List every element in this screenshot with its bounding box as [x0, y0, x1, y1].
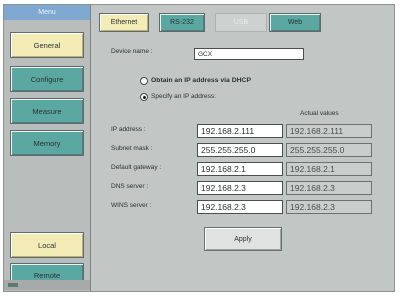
- device-name-label: Device name :: [111, 48, 153, 55]
- default-gateway-field[interactable]: 192.168.2.1: [197, 162, 283, 176]
- dhcp-radio[interactable]: [140, 77, 148, 85]
- ip-address-field[interactable]: 192.168.2.111: [197, 124, 283, 138]
- static-ip-radio[interactable]: [140, 93, 148, 101]
- sidebar-item-measure[interactable]: Measure: [10, 98, 84, 124]
- default-gateway-label: Default gateway :: [111, 164, 162, 171]
- dhcp-option-label[interactable]: Obtain an IP address via DHCP: [151, 77, 251, 84]
- wins-server-label: WINS server :: [111, 202, 152, 209]
- apply-button[interactable]: Apply: [204, 227, 282, 251]
- subnet-mask-actual: 255.255.255.0: [286, 143, 372, 157]
- dns-server-actual: 192.168.2.3: [286, 181, 372, 195]
- actual-values-header: Actual values: [300, 110, 339, 117]
- device-config-window: Menu General Configure Measure Memory Lo…: [3, 4, 395, 292]
- sidebar-item-memory[interactable]: Memory: [10, 130, 84, 156]
- default-gateway-actual: 192.168.2.1: [286, 162, 372, 176]
- subnet-mask-field[interactable]: 255.255.255.0: [197, 143, 283, 157]
- tab-web[interactable]: Web: [269, 13, 321, 32]
- tab-usb: USB: [215, 13, 267, 32]
- local-button[interactable]: Local: [10, 232, 84, 258]
- static-ip-option-label[interactable]: Specify an IP address:: [151, 93, 216, 100]
- sidebar-item-general[interactable]: General: [10, 32, 84, 58]
- ip-address-label: IP address :: [111, 126, 146, 133]
- sidebar: Menu General Configure Measure Memory Lo…: [4, 5, 91, 291]
- subnet-mask-label: Subnet mask :: [111, 145, 153, 152]
- status-indicator: [8, 283, 18, 287]
- status-strip: [4, 280, 90, 290]
- tab-rs232[interactable]: RS-232: [159, 13, 205, 32]
- menu-title: Menu: [4, 5, 90, 20]
- dns-server-field[interactable]: 192.168.2.3: [197, 181, 283, 195]
- wins-server-actual: 192.168.2.3: [286, 200, 372, 214]
- sidebar-item-configure[interactable]: Configure: [10, 66, 84, 92]
- tab-ethernet[interactable]: Ethernet: [99, 13, 149, 32]
- device-name-field[interactable]: GCX: [194, 48, 304, 60]
- wins-server-field[interactable]: 192.168.2.3: [197, 200, 283, 214]
- ip-address-actual: 192.168.2.111: [286, 124, 372, 138]
- dns-server-label: DNS server :: [111, 183, 149, 190]
